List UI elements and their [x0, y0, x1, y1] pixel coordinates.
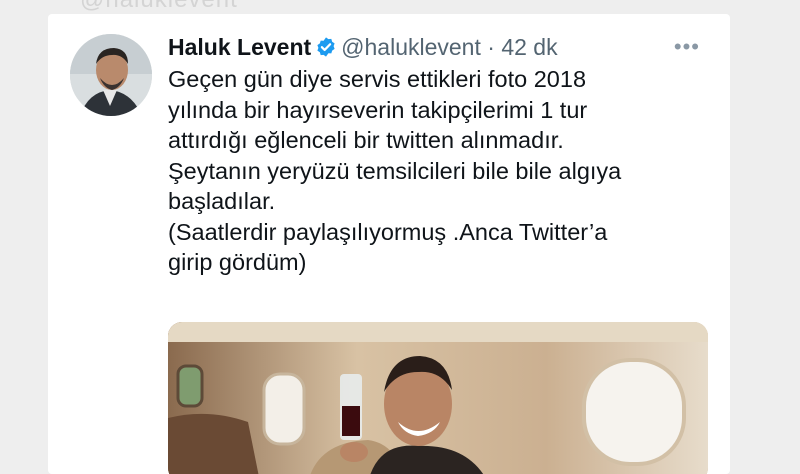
display-name[interactable]: Haluk Levent [168, 34, 311, 60]
avatar[interactable] [70, 34, 152, 116]
verified-badge-icon [315, 35, 337, 57]
separator-dot: · [487, 34, 495, 60]
tweet-header: Haluk Levent @haluklevent · 42 dk ••• [168, 32, 710, 62]
tweet-card: Haluk Levent @haluklevent · 42 dk ••• Geç… [48, 14, 730, 474]
story-watermark: @haluklevent [80, 0, 238, 14]
more-options-icon[interactable]: ••• [674, 32, 700, 62]
tweet-text: Geçen gün diye servis ettikleri foto 201… [168, 66, 622, 275]
tweet-photo[interactable] [168, 322, 708, 474]
user-handle[interactable]: @haluklevent [341, 34, 481, 60]
timestamp[interactable]: 42 dk [501, 34, 557, 60]
